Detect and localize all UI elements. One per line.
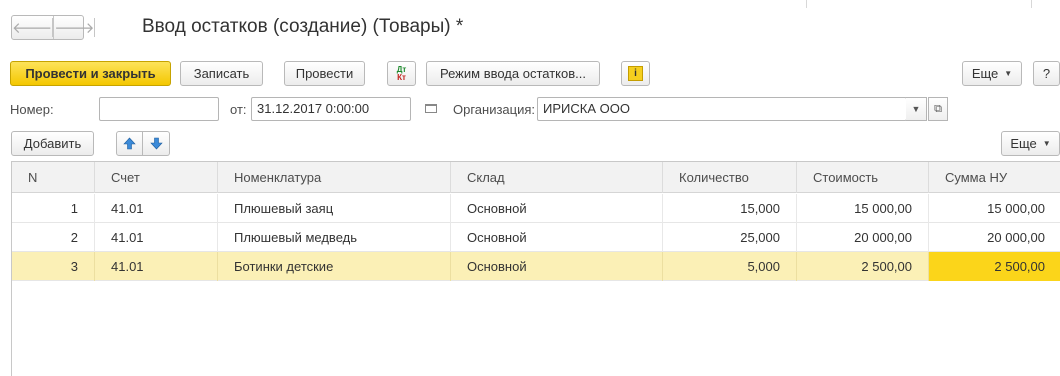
cell-quantity[interactable]: 5,000 bbox=[663, 252, 797, 281]
cell-n[interactable]: 3 bbox=[12, 252, 95, 281]
cell-sum-nu[interactable]: 20 000,00 bbox=[929, 223, 1060, 252]
cell-quantity[interactable]: 15,000 bbox=[663, 194, 797, 223]
balance-mode-button[interactable]: Режим ввода остатков... bbox=[426, 61, 600, 86]
cell-quantity[interactable]: 25,000 bbox=[663, 223, 797, 252]
move-up-button[interactable] bbox=[116, 131, 143, 156]
back-button[interactable]: 🡐 bbox=[12, 16, 55, 39]
cell-warehouse[interactable]: Основной bbox=[451, 194, 663, 223]
save-button[interactable]: Записать bbox=[180, 61, 263, 86]
cell-warehouse[interactable]: Основной bbox=[451, 223, 663, 252]
move-down-button[interactable] bbox=[143, 131, 170, 156]
nav-buttons: 🡐 🡒 bbox=[11, 15, 96, 40]
number-label: Номер: bbox=[10, 102, 54, 117]
table-row-selected[interactable]: 3 41.01 Ботинки детские Основной 5,000 2… bbox=[12, 252, 1060, 281]
cell-warehouse[interactable]: Основной bbox=[451, 252, 663, 281]
info-icon: i bbox=[628, 66, 643, 81]
cell-sum-nu-active[interactable]: 2 500,00 bbox=[929, 252, 1060, 281]
table-more-menu-button[interactable]: Еще ▼ bbox=[1001, 131, 1060, 156]
goods-table: N Счет Номенклатура Склад Количество Сто… bbox=[11, 161, 1060, 376]
arrow-left-icon: 🡐 bbox=[12, 18, 54, 37]
page-title: Ввод остатков (создание) (Товары) * bbox=[142, 16, 464, 37]
table-header: N Счет Номенклатура Склад Количество Сто… bbox=[12, 162, 1060, 193]
post-and-close-button[interactable]: Провести и закрыть bbox=[10, 61, 171, 86]
cell-account[interactable]: 41.01 bbox=[95, 194, 218, 223]
calendar-icon[interactable] bbox=[425, 104, 437, 113]
date-label: от: bbox=[230, 102, 247, 117]
cell-n[interactable]: 2 bbox=[12, 223, 95, 252]
cell-cost[interactable]: 20 000,00 bbox=[797, 223, 929, 252]
arrow-down-icon bbox=[149, 137, 163, 150]
column-header-item[interactable]: Номенклатура bbox=[218, 162, 451, 193]
open-form-icon: ⧉ bbox=[934, 102, 942, 115]
dt-kt-icon: Дт Кт bbox=[396, 64, 407, 82]
help-button[interactable]: ? bbox=[1033, 61, 1060, 86]
cell-account[interactable]: 41.01 bbox=[95, 223, 218, 252]
cell-n[interactable]: 1 bbox=[12, 194, 95, 223]
info-button[interactable]: i bbox=[621, 61, 650, 86]
date-field[interactable]: 31.12.2017 0:00:00 bbox=[251, 97, 411, 121]
number-field[interactable] bbox=[99, 97, 219, 121]
cell-cost[interactable]: 15 000,00 bbox=[797, 194, 929, 223]
organization-label: Организация: bbox=[453, 102, 536, 117]
cell-cost[interactable]: 2 500,00 bbox=[797, 252, 929, 281]
column-header-account[interactable]: Счет bbox=[95, 162, 218, 193]
organization-field[interactable]: ИРИСКА ООО bbox=[537, 97, 907, 121]
cell-item[interactable]: Плюшевый заяц bbox=[218, 194, 451, 223]
table-row[interactable]: 2 41.01 Плюшевый медведь Основной 25,000… bbox=[12, 223, 1060, 252]
add-row-button[interactable]: Добавить bbox=[11, 131, 94, 156]
arrow-up-icon bbox=[123, 137, 136, 150]
window-divider bbox=[1031, 0, 1032, 8]
column-header-warehouse[interactable]: Склад bbox=[451, 162, 663, 193]
post-button[interactable]: Провести bbox=[284, 61, 365, 86]
forward-button[interactable]: 🡒 bbox=[54, 16, 96, 39]
more-label: Еще bbox=[1010, 136, 1037, 151]
chevron-down-icon: ▼ bbox=[1042, 139, 1051, 148]
dt-kt-report-button[interactable]: Дт Кт bbox=[387, 61, 416, 86]
chevron-down-icon: ▼ bbox=[1004, 69, 1013, 78]
organization-open-button[interactable]: ⧉ bbox=[928, 97, 948, 121]
arrow-right-icon: 🡒 bbox=[54, 18, 96, 37]
table-row[interactable]: 1 41.01 Плюшевый заяц Основной 15,000 15… bbox=[12, 194, 1060, 223]
column-header-cost[interactable]: Стоимость bbox=[797, 162, 929, 193]
column-header-quantity[interactable]: Количество bbox=[663, 162, 797, 193]
more-menu-button[interactable]: Еще ▼ bbox=[962, 61, 1022, 86]
cell-account[interactable]: 41.01 bbox=[95, 252, 218, 281]
window-divider bbox=[806, 0, 807, 8]
cell-item[interactable]: Плюшевый медведь bbox=[218, 223, 451, 252]
more-label: Еще bbox=[971, 66, 999, 81]
cell-sum-nu[interactable]: 15 000,00 bbox=[929, 194, 1060, 223]
column-header-sum-nu[interactable]: Сумма НУ bbox=[929, 162, 1060, 193]
organization-dropdown-button[interactable]: ▼ bbox=[906, 97, 927, 121]
cell-item[interactable]: Ботинки детские bbox=[218, 252, 451, 281]
column-header-n[interactable]: N bbox=[12, 162, 95, 193]
chevron-down-icon: ▼ bbox=[911, 104, 921, 114]
